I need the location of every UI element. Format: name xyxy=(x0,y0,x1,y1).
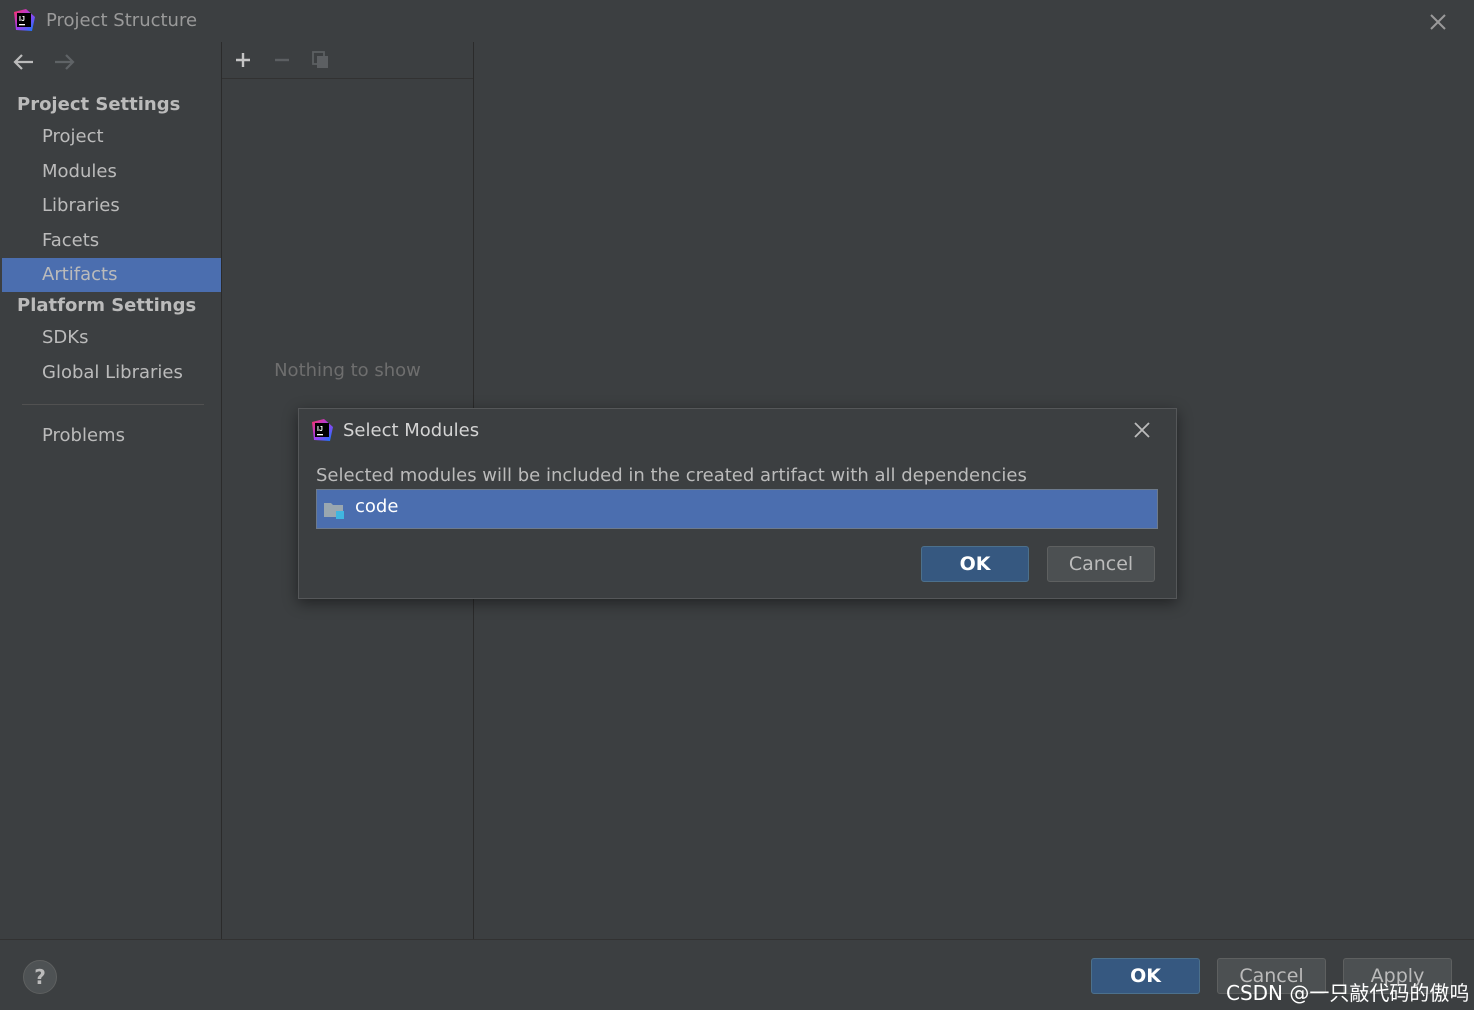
dialog-description: Selected modules will be included in the… xyxy=(316,465,1027,486)
settings-sidebar: Project Settings Project Modules Librari… xyxy=(0,42,221,939)
sidebar-divider xyxy=(22,404,204,405)
dialog-close-icon[interactable] xyxy=(1129,417,1155,443)
sidebar-item-libraries[interactable]: Libraries xyxy=(2,189,221,223)
back-arrow-icon[interactable] xyxy=(10,50,38,74)
empty-list-text: Nothing to show xyxy=(274,360,421,381)
list-item[interactable]: code xyxy=(317,490,1157,528)
remove-icon[interactable] xyxy=(269,48,295,72)
dialog-cancel-button[interactable]: Cancel xyxy=(1047,546,1155,582)
dialog-ok-button[interactable]: OK xyxy=(921,546,1029,582)
sidebar-item-problems[interactable]: Problems xyxy=(2,419,221,453)
sidebar-item-global-libraries[interactable]: Global Libraries xyxy=(2,356,221,390)
intellij-logo-icon: IJ xyxy=(12,8,36,32)
module-list: code xyxy=(316,489,1158,529)
sidebar-item-sdks[interactable]: SDKs xyxy=(2,321,221,355)
intellij-logo-icon: IJ xyxy=(310,418,334,442)
copy-icon[interactable] xyxy=(308,48,334,72)
artifacts-toolbar xyxy=(222,42,473,79)
add-icon[interactable] xyxy=(230,48,256,72)
window-close-icon[interactable] xyxy=(1424,8,1452,36)
ok-button[interactable]: OK xyxy=(1091,958,1200,994)
svg-text:IJ: IJ xyxy=(317,426,323,433)
platform-settings-heading: Platform Settings xyxy=(17,295,197,316)
select-modules-dialog: IJ Select Modules Selected modules will … xyxy=(298,408,1177,599)
module-folder-icon xyxy=(323,500,345,520)
sidebar-item-artifacts[interactable]: Artifacts xyxy=(2,258,221,292)
project-settings-heading: Project Settings xyxy=(17,94,181,115)
forward-arrow-icon[interactable] xyxy=(50,50,78,74)
title-bar: IJ Project Structure xyxy=(0,0,1474,42)
window-title: Project Structure xyxy=(46,10,198,31)
sidebar-item-facets[interactable]: Facets xyxy=(2,224,221,258)
help-button[interactable]: ? xyxy=(23,960,57,994)
sidebar-item-project[interactable]: Project xyxy=(2,120,221,154)
sidebar-item-modules[interactable]: Modules xyxy=(2,155,221,189)
dialog-footer: ? OK Cancel Apply CSDN @一只敲代码的傲呜 xyxy=(0,939,1474,1010)
svg-text:IJ: IJ xyxy=(19,16,25,23)
csdn-watermark: CSDN @一只敲代码的傲呜 xyxy=(1226,981,1470,1005)
dialog-title: Select Modules xyxy=(343,420,480,441)
module-name: code xyxy=(355,496,399,517)
